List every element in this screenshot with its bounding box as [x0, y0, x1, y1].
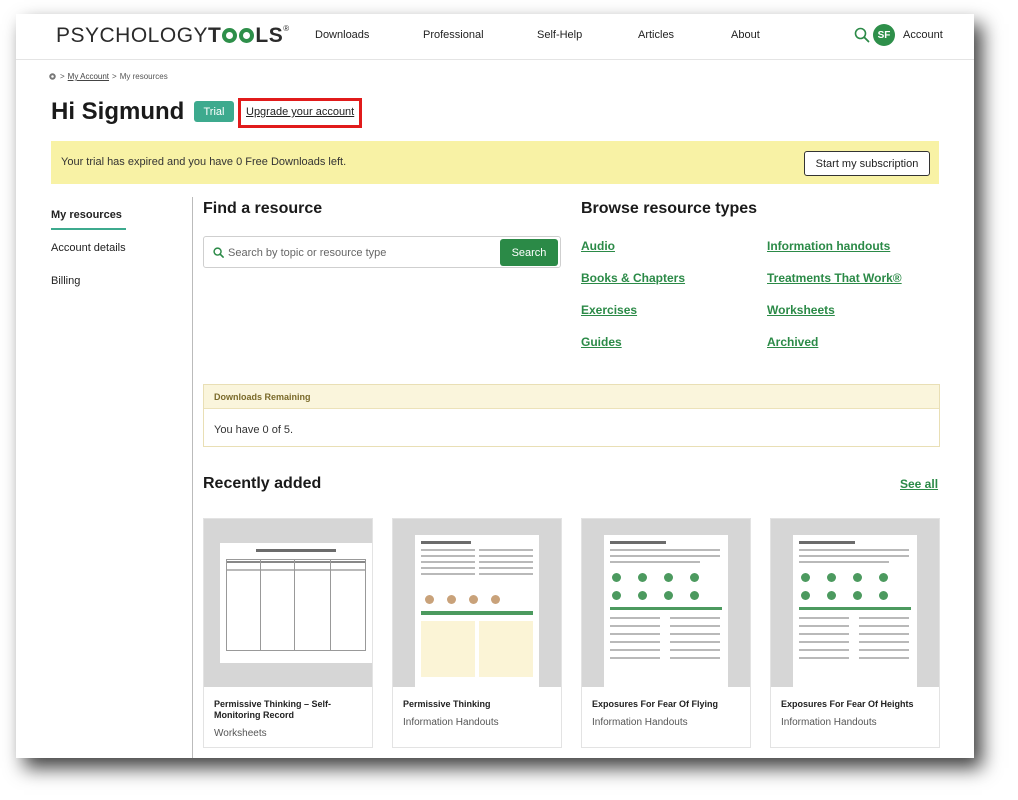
nav-about[interactable]: About [731, 29, 760, 41]
top-navigation: PSYCHOLOGYT LS® Downloads Professional Se… [16, 14, 974, 60]
psychology-tools-logo[interactable]: PSYCHOLOGYT LS® [56, 24, 290, 48]
downloads-remaining-panel: Downloads Remaining You have 0 of 5. [203, 384, 940, 447]
resource-card-type: Information Handouts [403, 717, 499, 728]
type-link-books-chapters[interactable]: Books & Chapters [581, 271, 685, 285]
downloads-panel-header: Downloads Remaining [204, 385, 939, 409]
resource-card-type: Worksheets [214, 728, 267, 739]
resource-card-type: Information Handouts [781, 717, 877, 728]
search-button[interactable]: Search [500, 239, 558, 266]
type-link-audio[interactable]: Audio [581, 239, 615, 253]
resource-card-title[interactable]: Permissive Thinking – Self-Monitoring Re… [214, 699, 364, 721]
resource-thumbnail[interactable] [582, 519, 750, 687]
sidebar-item-my-resources[interactable]: My resources [51, 209, 122, 221]
type-link-guides[interactable]: Guides [581, 335, 622, 349]
gear-icon [239, 28, 255, 43]
active-indicator [51, 228, 126, 230]
downloads-panel-title: Downloads Remaining [214, 392, 311, 402]
logo-text-bold-2: LS [255, 24, 284, 47]
document-preview [604, 535, 728, 687]
nav-articles[interactable]: Articles [638, 29, 674, 41]
nav-downloads[interactable]: Downloads [315, 29, 369, 41]
resource-search-box: Search [203, 236, 561, 268]
sidebar-item-billing[interactable]: Billing [51, 275, 80, 287]
find-resource-heading: Find a resource [203, 200, 323, 217]
search-input[interactable] [228, 243, 488, 263]
resource-card-title[interactable]: Exposures For Fear Of Heights [781, 699, 931, 710]
search-icon[interactable] [854, 27, 870, 43]
resource-thumbnail[interactable] [204, 519, 372, 687]
avatar[interactable]: SF [873, 24, 895, 46]
trial-expired-alert: Your trial has expired and you have 0 Fr… [51, 141, 939, 184]
registered-mark: ® [283, 24, 290, 33]
breadcrumb-separator: > [112, 72, 117, 81]
breadcrumb-my-account[interactable]: My Account [68, 72, 109, 81]
resource-card[interactable]: Permissive Thinking Information Handouts [392, 518, 562, 748]
settings-icon[interactable] [48, 72, 57, 81]
gear-icon [222, 28, 238, 43]
logo-text-light: PSYCHOLOGY [56, 24, 209, 47]
start-subscription-button[interactable]: Start my subscription [804, 151, 930, 176]
see-all-link[interactable]: See all [900, 477, 938, 491]
resource-card-type: Information Handouts [592, 717, 688, 728]
resource-thumbnail[interactable] [771, 519, 939, 687]
breadcrumb: > My Account > My resources [48, 72, 168, 81]
sidebar-divider [192, 197, 193, 758]
document-preview [415, 535, 539, 687]
recently-added-heading: Recently added [203, 475, 322, 492]
downloads-count-text: You have 0 of 5. [214, 424, 294, 436]
breadcrumb-current: My resources [119, 72, 168, 81]
resource-thumbnail[interactable] [393, 519, 561, 687]
type-link-archived[interactable]: Archived [767, 335, 818, 349]
breadcrumb-separator: > [60, 72, 65, 81]
upgrade-account-link[interactable]: Upgrade your account [246, 106, 354, 118]
document-preview [793, 535, 917, 687]
type-link-exercises[interactable]: Exercises [581, 303, 637, 317]
resource-card[interactable]: Exposures For Fear Of Flying Information… [581, 518, 751, 748]
resource-card[interactable]: Permissive Thinking – Self-Monitoring Re… [203, 518, 373, 748]
browse-types-heading: Browse resource types [581, 200, 758, 217]
resource-card-title[interactable]: Exposures For Fear Of Flying [592, 699, 742, 710]
browser-window: PSYCHOLOGYT LS® Downloads Professional Se… [16, 14, 974, 758]
resource-card-title[interactable]: Permissive Thinking [403, 699, 553, 710]
document-preview [220, 543, 372, 663]
resource-card[interactable]: Exposures For Fear Of Heights Informatio… [770, 518, 940, 748]
trial-badge: Trial [194, 101, 234, 122]
type-link-information-handouts[interactable]: Information handouts [767, 239, 890, 253]
alert-message: Your trial has expired and you have 0 Fr… [61, 156, 347, 168]
type-link-worksheets[interactable]: Worksheets [767, 303, 835, 317]
nav-professional[interactable]: Professional [423, 29, 484, 41]
logo-text-bold-1: T [208, 24, 222, 47]
type-link-treatments-that-work[interactable]: Treatments That Work® [767, 271, 902, 285]
sidebar-item-account-details[interactable]: Account details [51, 242, 126, 254]
page-title: Hi Sigmund [51, 98, 185, 125]
search-icon [213, 247, 224, 258]
nav-self-help[interactable]: Self-Help [537, 29, 582, 41]
account-link[interactable]: Account [903, 29, 943, 41]
